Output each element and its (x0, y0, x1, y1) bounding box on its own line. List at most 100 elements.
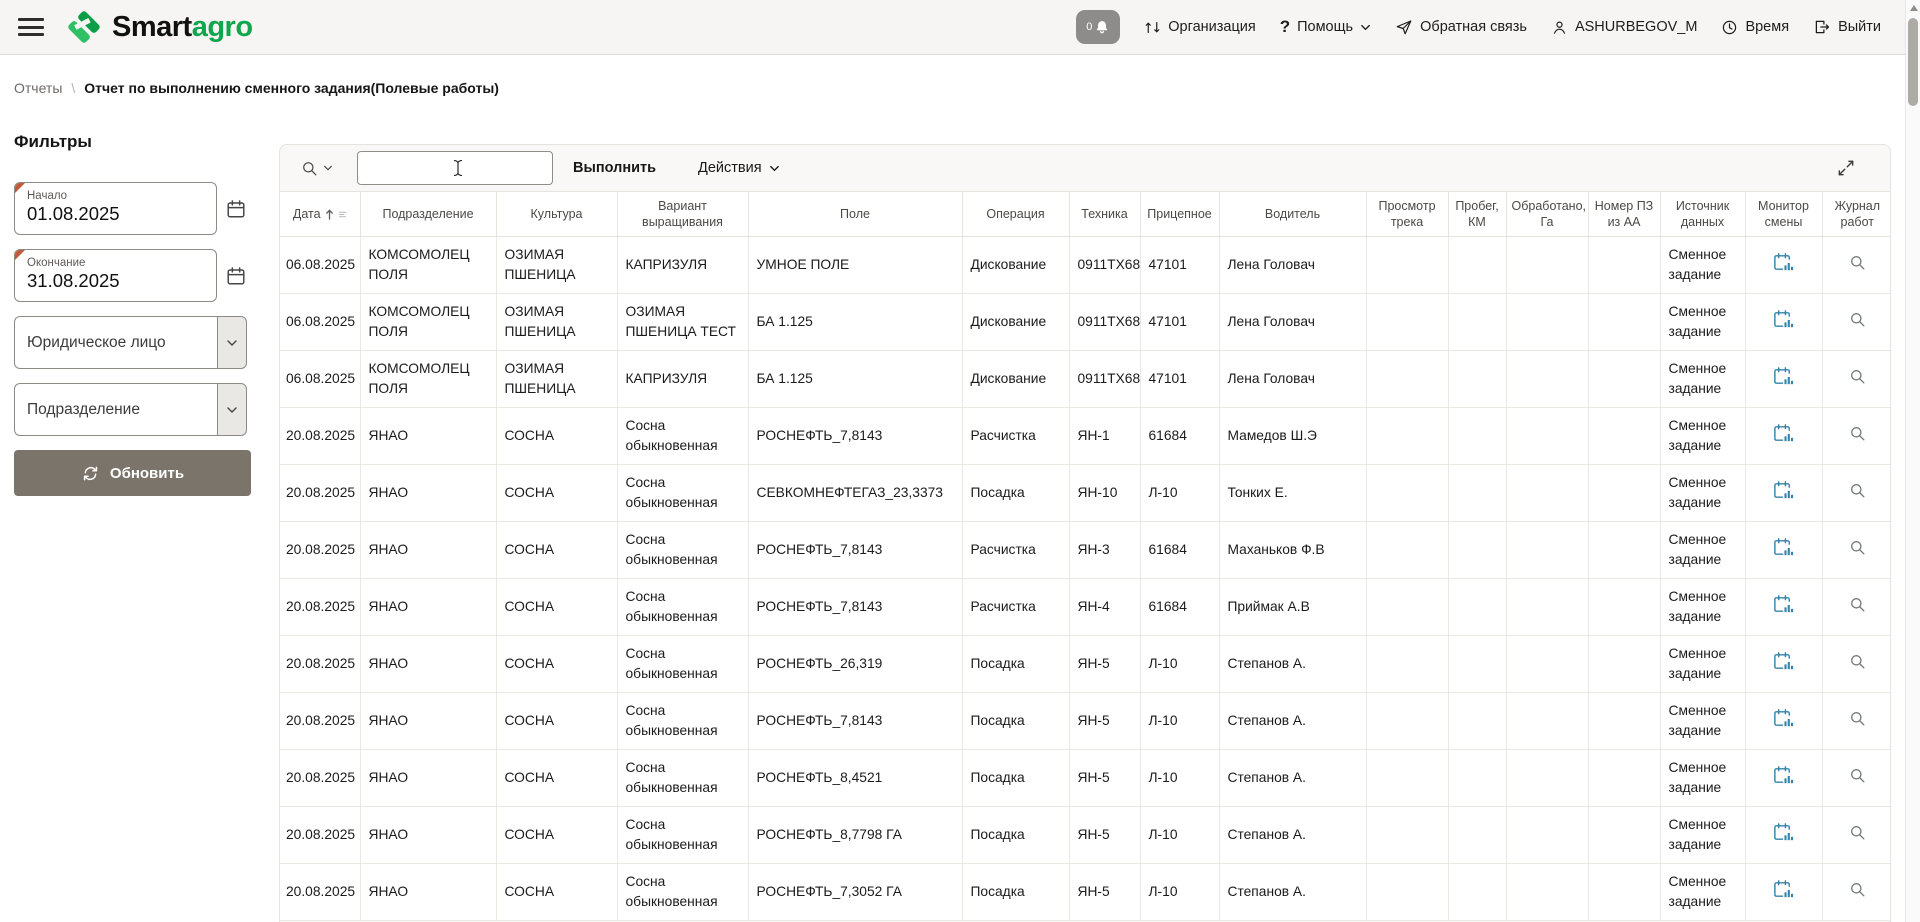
nav-organization[interactable]: Организация (1144, 19, 1255, 36)
table-row[interactable]: 20.08.2025 ЯНАО СОСНА Сосна обыкновенная… (280, 807, 1891, 864)
table-row[interactable]: 20.08.2025 ЯНАО СОСНА Сосна обыкновенная… (280, 636, 1891, 693)
shift-monitor-icon[interactable] (1772, 479, 1795, 502)
column-header-date[interactable]: Дата (280, 192, 360, 237)
table-row[interactable]: 20.08.2025 ЯНАО СОСНА Сосна обыкновенная… (280, 465, 1891, 522)
shift-monitor-icon[interactable] (1772, 308, 1795, 331)
app-window: Smartagro 0 Организация ? Помощь (0, 0, 1920, 922)
cell-date: 20.08.2025 (280, 465, 360, 522)
notifications-button[interactable]: 0 (1076, 10, 1120, 44)
column-header-processed[interactable]: Обработано, Га (1506, 192, 1588, 237)
work-journal-icon[interactable] (1848, 538, 1867, 557)
table-row[interactable]: 20.08.2025 ЯНАО СОСНА Сосна обыкновенная… (280, 408, 1891, 465)
start-date-field[interactable]: Начало 01.08.2025 (14, 182, 217, 235)
shift-monitor-icon[interactable] (1772, 422, 1795, 445)
column-header-track-view[interactable]: Просмотр трека (1366, 192, 1448, 237)
cell-driver: Лена Головач (1219, 351, 1366, 408)
column-header-trailer[interactable]: Прицепное (1140, 192, 1219, 237)
cell-variant: Сосна обыкновенная (617, 522, 748, 579)
table-row[interactable]: 20.08.2025 ЯНАО СОСНА Сосна обыкновенная… (280, 693, 1891, 750)
cell-vehicle: ЯН-10 (1069, 465, 1140, 522)
cell-mileage (1448, 864, 1506, 921)
column-header-field[interactable]: Поле (748, 192, 962, 237)
shift-monitor-icon[interactable] (1772, 878, 1795, 901)
menu-toggle-button[interactable] (18, 17, 44, 37)
work-journal-icon[interactable] (1848, 652, 1867, 671)
shift-monitor-icon[interactable] (1772, 707, 1795, 730)
subdivision-dropdown-button[interactable] (217, 383, 247, 436)
cell-culture: СОСНА (496, 807, 617, 864)
cell-operation: Посадка (962, 750, 1069, 807)
expand-button[interactable] (1836, 158, 1856, 178)
refresh-button[interactable]: Обновить (14, 450, 251, 496)
column-header-task-number[interactable]: Номер ПЗ из АА (1588, 192, 1660, 237)
cell-data-source: Сменное задание (1660, 351, 1745, 408)
work-journal-icon[interactable] (1848, 595, 1867, 614)
column-header-subdivision[interactable]: Подразделение (360, 192, 496, 237)
shift-monitor-icon[interactable] (1772, 251, 1795, 274)
shift-monitor-icon[interactable] (1772, 365, 1795, 388)
work-journal-icon[interactable] (1848, 766, 1867, 785)
table-row[interactable]: 20.08.2025 ЯНАО СОСНА Сосна обыкновенная… (280, 579, 1891, 636)
cell-subdivision: КОМСОМОЛЕЦ ПОЛЯ (360, 351, 496, 408)
column-header-operation[interactable]: Операция (962, 192, 1069, 237)
column-header-vehicle[interactable]: Техника (1069, 192, 1140, 237)
end-date-field[interactable]: Окончание 31.08.2025 (14, 249, 217, 302)
legal-entity-dropdown-button[interactable] (217, 316, 247, 369)
column-header-driver[interactable]: Водитель (1219, 192, 1366, 237)
table-row[interactable]: 20.08.2025 ЯНАО СОСНА Сосна обыкновенная… (280, 750, 1891, 807)
work-journal-icon[interactable] (1848, 709, 1867, 728)
scroll-up-arrow-icon[interactable] (1910, 5, 1918, 11)
column-header-data-source[interactable]: Источник данных (1660, 192, 1745, 237)
search-column-selector[interactable] (300, 159, 333, 178)
table-row[interactable]: 06.08.2025 КОМСОМОЛЕЦ ПОЛЯ ОЗИМАЯ ПШЕНИЦ… (280, 294, 1891, 351)
column-header-shift-monitor[interactable]: Монитор смены (1745, 192, 1822, 237)
cell-trailer: 61684 (1140, 408, 1219, 465)
vertical-scrollbar[interactable] (1905, 0, 1920, 922)
actions-menu-button[interactable]: Действия (698, 160, 780, 176)
cell-field: РОСНЕФТЬ_7,8143 (748, 693, 962, 750)
column-header-culture[interactable]: Культура (496, 192, 617, 237)
subdivision-select[interactable]: Подразделение (14, 383, 217, 436)
shift-monitor-icon[interactable] (1772, 536, 1795, 559)
column-header-variant[interactable]: Вариант выращивания (617, 192, 748, 237)
cell-work-journal (1822, 807, 1891, 864)
cell-date: 20.08.2025 (280, 408, 360, 465)
logo-icon (64, 7, 104, 47)
logo[interactable]: Smartagro (64, 7, 253, 47)
table-row[interactable]: 20.08.2025 ЯНАО СОСНА Сосна обыкновенная… (280, 522, 1891, 579)
shift-monitor-icon[interactable] (1772, 650, 1795, 673)
table-row[interactable]: 20.08.2025 ЯНАО СОСНА Сосна обыкновенная… (280, 864, 1891, 921)
legal-entity-select[interactable]: Юридическое лицо (14, 316, 217, 369)
shift-monitor-icon[interactable] (1772, 821, 1795, 844)
nav-logout[interactable]: Выйти (1813, 18, 1881, 36)
cell-data-source: Сменное задание (1660, 693, 1745, 750)
shift-monitor-icon[interactable] (1772, 764, 1795, 787)
column-header-mileage[interactable]: Пробег, КМ (1448, 192, 1506, 237)
breadcrumb: Отчеты \ Отчет по выполнению сменного за… (14, 80, 499, 96)
table-row[interactable]: 06.08.2025 КОМСОМОЛЕЦ ПОЛЯ ОЗИМАЯ ПШЕНИЦ… (280, 237, 1891, 294)
work-journal-icon[interactable] (1848, 253, 1867, 272)
breadcrumb-reports-link[interactable]: Отчеты (14, 80, 62, 96)
execute-button[interactable]: Выполнить (573, 160, 656, 176)
scrollbar-thumb[interactable] (1908, 18, 1918, 106)
nav-help[interactable]: ? Помощь (1280, 17, 1371, 37)
end-date-calendar-button[interactable] (225, 265, 247, 287)
work-journal-icon[interactable] (1848, 823, 1867, 842)
work-journal-icon[interactable] (1848, 424, 1867, 443)
table-row[interactable]: 06.08.2025 КОМСОМОЛЕЦ ПОЛЯ ОЗИМАЯ ПШЕНИЦ… (280, 351, 1891, 408)
work-journal-icon[interactable] (1848, 481, 1867, 500)
search-input[interactable] (357, 151, 553, 185)
cell-data-source: Сменное задание (1660, 294, 1745, 351)
column-header-work-journal[interactable]: Журнал работ (1822, 192, 1891, 237)
notification-count-badge: 0 (1086, 21, 1092, 33)
work-journal-icon[interactable] (1848, 367, 1867, 386)
nav-user[interactable]: ASHURBEGOV_M (1551, 19, 1697, 36)
shift-monitor-icon[interactable] (1772, 593, 1795, 616)
nav-feedback[interactable]: Обратная связь (1395, 18, 1527, 36)
cell-field: РОСНЕФТЬ_8,7798 ГА (748, 807, 962, 864)
start-date-calendar-button[interactable] (225, 198, 247, 220)
cell-data-source: Сменное задание (1660, 807, 1745, 864)
work-journal-icon[interactable] (1848, 310, 1867, 329)
nav-time[interactable]: Время (1721, 19, 1789, 36)
work-journal-icon[interactable] (1848, 880, 1867, 899)
